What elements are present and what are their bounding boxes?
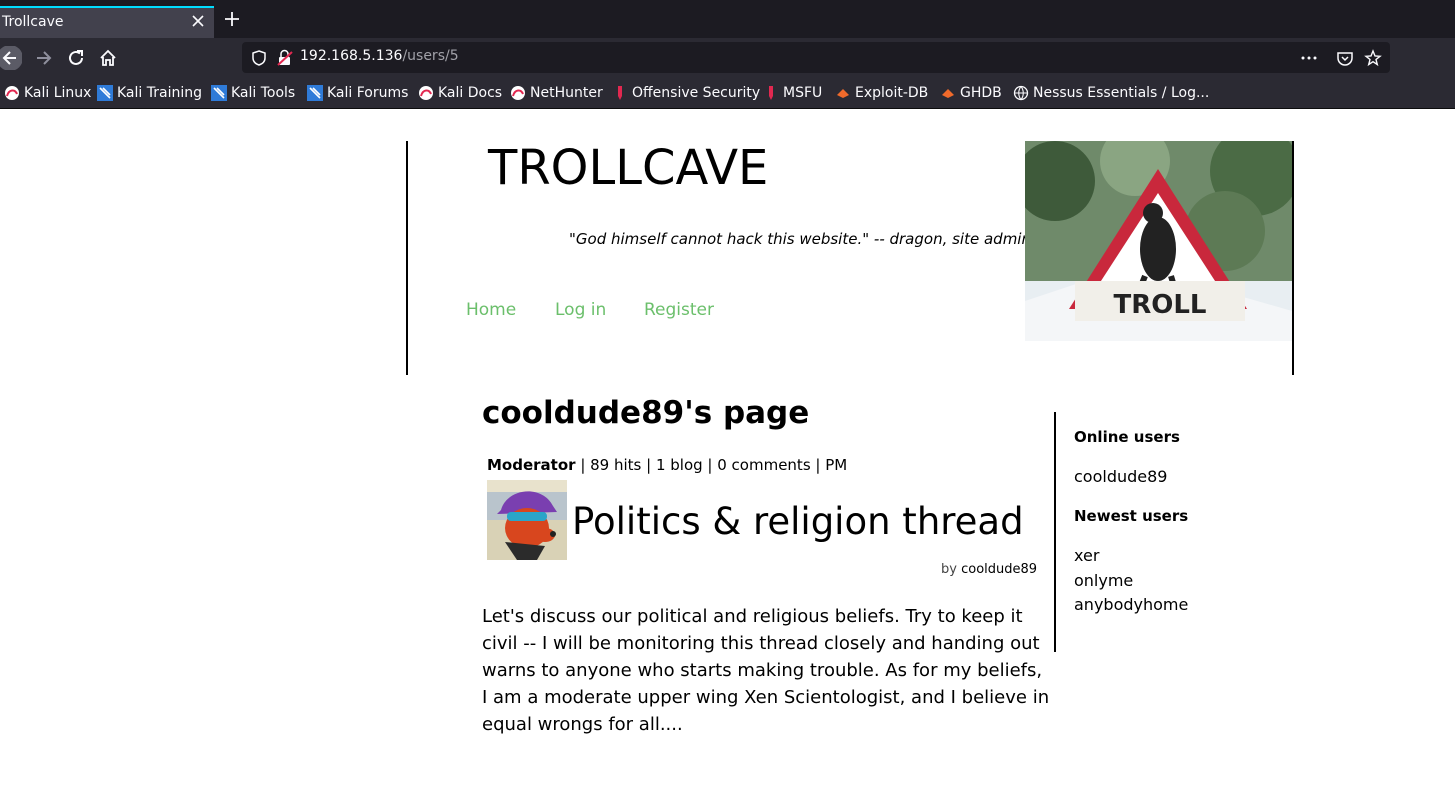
- bookmark-nessus[interactable]: Nessus Essentials / Log...: [1013, 84, 1209, 102]
- offsec-icon: [769, 86, 773, 100]
- exploitdb-icon: [837, 89, 849, 98]
- kali-icon: [419, 86, 433, 100]
- bookmark-star-icon[interactable]: [1364, 49, 1382, 67]
- kali-forums-icon: [307, 85, 323, 101]
- nav-login-link[interactable]: Log in: [555, 300, 606, 320]
- tab-trollcave[interactable]: Trollcave: [0, 6, 214, 38]
- address-bar[interactable]: 192.168.5.136/users/5: [242, 42, 1390, 73]
- avatar: [487, 480, 567, 560]
- nav-home-link[interactable]: Home: [466, 300, 516, 320]
- url-path: /users/5: [402, 48, 459, 64]
- post-byline: by cooldude89: [941, 562, 1037, 577]
- post-author-link[interactable]: cooldude89: [961, 562, 1037, 577]
- insecure-lock-icon[interactable]: [276, 49, 294, 67]
- bookmark-label: GHDB: [960, 85, 1002, 101]
- tab-title: Trollcave: [2, 14, 64, 30]
- post-title[interactable]: Politics & religion thread: [572, 500, 1024, 543]
- page-title: cooldude89's page: [482, 395, 810, 431]
- bookmark-kali-tools[interactable]: Kali Tools: [211, 84, 295, 102]
- newest-user-link[interactable]: anybodyhome: [1074, 595, 1188, 614]
- home-icon[interactable]: [96, 46, 120, 70]
- bookmark-label: Exploit-DB: [855, 85, 929, 101]
- online-user-link[interactable]: cooldude89: [1074, 467, 1167, 486]
- forward-icon[interactable]: [32, 46, 56, 70]
- bookmark-label: Kali Tools: [231, 85, 296, 101]
- kali-training-icon: [97, 85, 113, 101]
- bookmark-offensive-security[interactable]: Offensive Security: [612, 84, 760, 102]
- bookmark-label: NetHunter: [530, 85, 603, 101]
- kali-tools-icon: [211, 85, 227, 101]
- bookmark-label: Kali Docs: [438, 85, 503, 101]
- sign-text: TROLL: [1114, 290, 1207, 320]
- bookmark-kali-training[interactable]: Kali Training: [97, 84, 202, 102]
- bookmark-exploit-db[interactable]: Exploit-DB: [835, 84, 928, 102]
- kali-icon: [5, 86, 19, 100]
- bookmark-kali-forums[interactable]: Kali Forums: [307, 84, 408, 102]
- bookmark-kali-linux[interactable]: Kali Linux: [4, 84, 91, 102]
- tab-strip: Trollcave: [0, 0, 1455, 38]
- site-title: TROLLCAVE: [488, 140, 769, 196]
- newest-user-link[interactable]: onlyme: [1074, 571, 1133, 590]
- new-tab-icon[interactable]: [222, 9, 242, 29]
- role-badge: Moderator: [487, 456, 576, 474]
- newest-users-heading: Newest users: [1074, 507, 1189, 525]
- bookmark-kali-docs[interactable]: Kali Docs: [418, 84, 502, 102]
- post-body: Let's discuss our political and religiou…: [482, 606, 1050, 735]
- sidebar: Online users cooldude89 Newest users xer…: [1054, 412, 1254, 652]
- url-text: 192.168.5.136/users/5: [300, 48, 459, 64]
- globe-icon: [1013, 85, 1029, 101]
- more-icon[interactable]: [1300, 49, 1318, 67]
- bookmark-label: MSFU: [783, 85, 823, 101]
- site-tagline: "God himself cannot hack this website." …: [569, 230, 1031, 248]
- bookmark-label: Offensive Security: [632, 85, 761, 101]
- bookmark-msfu[interactable]: MSFU: [763, 84, 822, 102]
- kali-icon: [511, 86, 525, 100]
- pocket-icon[interactable]: [1336, 49, 1354, 67]
- bookmark-nethunter[interactable]: NetHunter: [510, 84, 603, 102]
- reload-icon[interactable]: [64, 46, 88, 70]
- newest-user-link[interactable]: xer: [1074, 546, 1099, 565]
- close-icon[interactable]: [190, 13, 206, 29]
- back-icon[interactable]: [0, 46, 22, 70]
- bookmark-label: Kali Forums: [327, 85, 409, 101]
- bookmark-label: Kali Linux: [24, 85, 92, 101]
- url-host: 192.168.5.136: [300, 48, 403, 64]
- user-meta: Moderator | 89 hits | 1 blog | 0 comment…: [487, 456, 847, 474]
- navigation-toolbar: 192.168.5.136/users/5: [0, 38, 1455, 78]
- shield-icon[interactable]: [250, 49, 268, 67]
- nav-register-link[interactable]: Register: [644, 300, 714, 320]
- bookmark-label: Nessus Essentials / Log...: [1033, 85, 1210, 101]
- online-users-heading: Online users: [1074, 428, 1180, 446]
- user-stats: | 89 hits | 1 blog | 0 comments | PM: [575, 456, 848, 474]
- offsec-icon: [618, 86, 622, 100]
- bookmarks-toolbar: Kali Linux Kali Training Kali Tools Kali…: [0, 78, 1455, 109]
- by-label: by: [941, 562, 957, 577]
- bookmark-label: Kali Training: [117, 85, 202, 101]
- bookmark-ghdb[interactable]: GHDB: [940, 84, 1002, 102]
- troll-sign-image: TROLL: [1025, 141, 1292, 341]
- exploitdb-icon: [942, 89, 954, 98]
